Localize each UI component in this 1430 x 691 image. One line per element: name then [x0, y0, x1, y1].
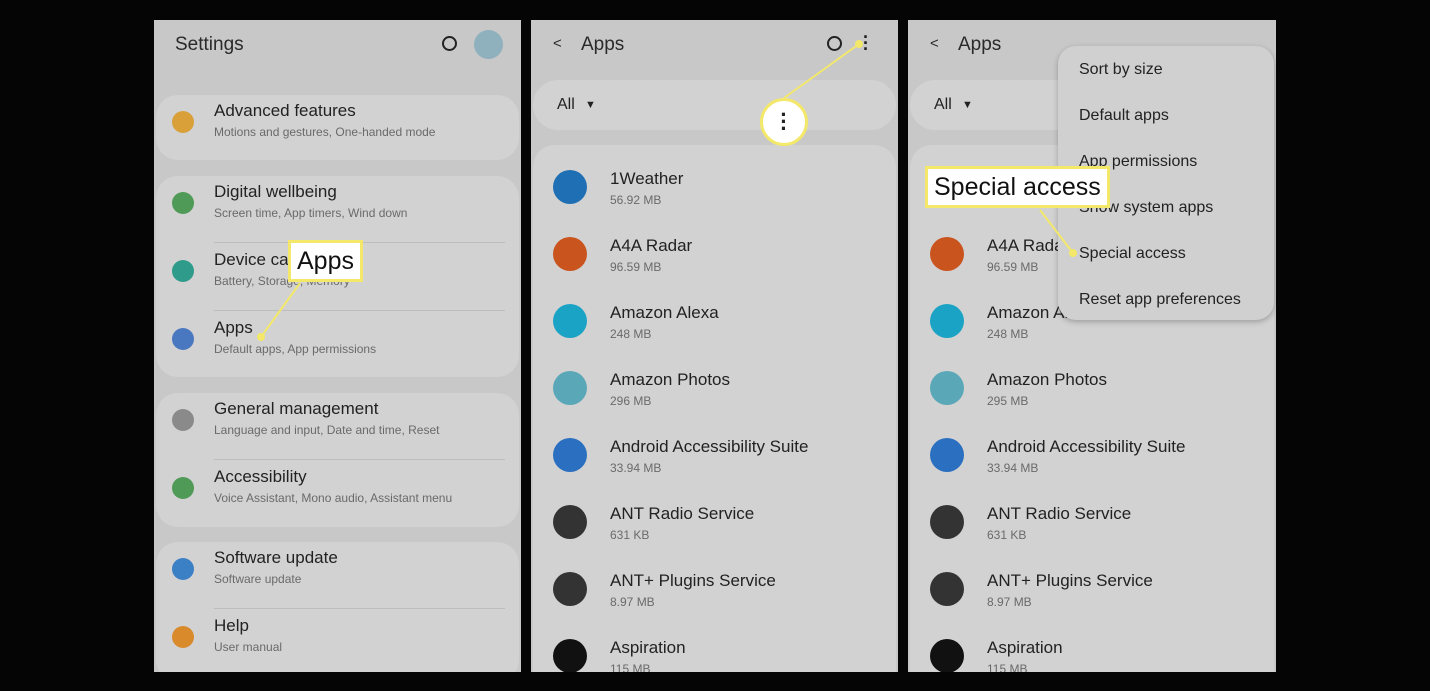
callout-lines — [257, 40, 1077, 341]
apps-callout: Apps — [288, 240, 363, 282]
special-access-callout: Special access — [925, 166, 1110, 208]
